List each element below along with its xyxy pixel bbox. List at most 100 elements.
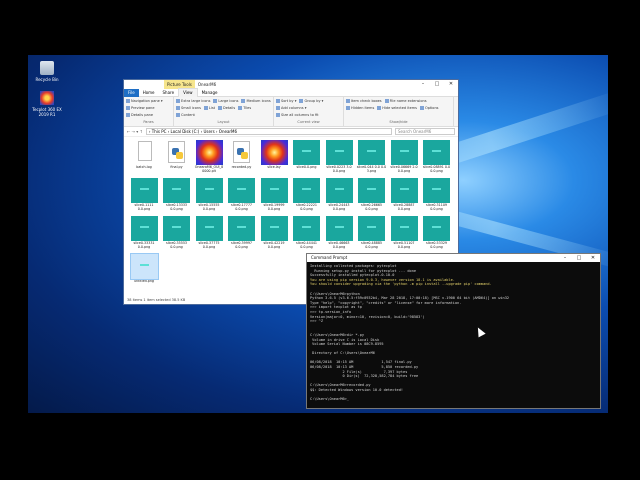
tab-share[interactable]: Share [159, 89, 179, 97]
maximize-button[interactable]: □ [572, 254, 586, 262]
ribbon-item[interactable]: List [203, 106, 216, 110]
tecplot-icon [40, 91, 54, 105]
file-item[interactable]: slice0.044 0.0 0.0 3.png [356, 140, 388, 174]
ribbon-item-label: File name extensions [389, 99, 427, 103]
ribbon-item-label: Hidden items [351, 106, 375, 110]
maximize-button[interactable]: □ [430, 80, 444, 89]
file-item[interactable]: slice0.22221 0.0.png [291, 178, 323, 212]
file-item[interactable]: slice0.08891 0.0 0.0.png [421, 140, 453, 174]
file-item[interactable]: final.py [161, 140, 193, 170]
ribbon-item[interactable]: Content [176, 113, 195, 117]
ribbon-item[interactable]: Group by ▾ [299, 99, 323, 103]
file-item[interactable]: slice0.0223 3.0 0.0.png [323, 140, 355, 174]
tab-home[interactable]: Home [139, 89, 159, 97]
image-thumbnail-icon [163, 216, 190, 241]
ribbon-item[interactable]: Options [419, 106, 439, 110]
file-item[interactable]: slice0.13333 0.0.png [161, 178, 193, 212]
file-item[interactable]: slice0.19999 0.0.png [258, 178, 290, 212]
ribbon-item-label: Details [223, 106, 236, 110]
image-thumbnail-icon [130, 216, 158, 241]
file-name: slice0.24443 0.0.png [328, 203, 350, 211]
image-thumbnail-icon [390, 140, 418, 165]
ribbon-item-icon [299, 99, 304, 103]
tab-file[interactable]: File [124, 88, 139, 97]
ribbon-item[interactable]: Sort by ▾ [276, 99, 296, 103]
file-item[interactable]: slice0.42219 0.0.png [258, 216, 290, 250]
file-item[interactable]: slice0.37775 0.0.png [193, 216, 225, 250]
file-item[interactable]: slice0.06669 2.0 0.0.png [388, 140, 420, 174]
file-name: slice0.1111 0.0.png [134, 203, 154, 211]
file-item[interactable]: recorded.py [226, 140, 258, 170]
ribbon-item-icon [126, 106, 130, 110]
file-item[interactable]: slice0.46663 0.0.png [323, 216, 355, 250]
cmd-output[interactable]: Installing collected packages: pytecplot… [307, 262, 600, 409]
image-thumbnail-icon [423, 178, 450, 203]
image-thumbnail-icon [293, 178, 320, 203]
ribbon-item[interactable]: Tiles [238, 106, 251, 110]
recycle-bin-icon [40, 61, 54, 75]
ribbon-item-icon [176, 99, 180, 103]
ribbon-item-label: Tiles [243, 106, 252, 110]
ribbon-item-icon [276, 99, 280, 103]
image-thumbnail-icon [195, 216, 223, 241]
file-item[interactable]: slice0.15555 0.0.png [193, 178, 225, 212]
file-name: slice0.35553 0.0.png [165, 241, 188, 249]
close-button[interactable]: ✕ [586, 254, 600, 262]
ribbon-item[interactable]: Size all columns to fit [276, 113, 319, 117]
close-button[interactable]: ✕ [444, 80, 458, 89]
file-item[interactable]: slice0.39997 0.0.png [226, 216, 258, 250]
ribbon-group-label: Layout [217, 120, 230, 124]
cmd-line: C:\Users\OnearM6>_ [310, 397, 349, 402]
file-item[interactable]: OnearaM6_OUI_8 0000.plt [193, 140, 225, 174]
ribbon-item[interactable]: Extra large icons [176, 99, 210, 103]
file-item[interactable]: untitled.png [128, 253, 160, 284]
ribbon-item[interactable]: Hide selected items [377, 106, 417, 110]
file-item[interactable]: slice0.28887 0.0.png [388, 178, 420, 212]
file-item[interactable]: slice0.44441 0.0.png [291, 216, 323, 250]
ribbon-item[interactable]: Medium icons [241, 99, 271, 103]
tab-manage[interactable]: Manage [198, 89, 222, 97]
minimize-button[interactable]: – [558, 254, 572, 262]
file-item[interactable]: slice0.53329 0.0.png [421, 216, 453, 250]
ribbon-item-label: List [208, 106, 216, 110]
desktop-icon-tecplot[interactable]: Tecplot 360 EX 2019 R1 [32, 91, 62, 117]
ribbon-item[interactable]: File name extensions [384, 99, 427, 103]
ribbon-item-label: Details pane [131, 113, 153, 117]
ribbon-item[interactable]: Hidden items [346, 106, 374, 110]
file-item[interactable]: batch.log [128, 140, 160, 170]
ribbon-group-label: Current view [297, 120, 320, 124]
address-bar[interactable]: › This PC › Local Disk (C:) › Users › On… [145, 128, 392, 135]
ribbon-item-icon [241, 99, 246, 103]
ribbon-item[interactable]: Details pane [126, 113, 153, 117]
ribbon-item[interactable]: Preview pane [126, 106, 154, 110]
file-name: slice0.0223 3.0 0.0.png [326, 165, 352, 173]
file-item[interactable]: slice0.17777 0.0.png [226, 178, 258, 212]
minimize-button[interactable]: – [416, 80, 430, 89]
ribbon-item[interactable]: Details [218, 106, 235, 110]
file-item[interactable]: slice0.31109 0.0.png [421, 178, 453, 212]
file-item[interactable]: slice0.48885 0.0.png [356, 216, 388, 250]
file-item[interactable]: slice0.26665 0.0.png [356, 178, 388, 212]
ribbon-item[interactable]: Large icons [213, 99, 238, 103]
file-item[interactable]: slice0.1111 0.0.png [128, 178, 160, 212]
navigation-buttons[interactable]: ← → ▾ ↑ [127, 129, 143, 134]
file-item[interactable]: slice0.24443 0.0.png [323, 178, 355, 212]
ribbon-item[interactable]: Item check boxes [346, 99, 382, 103]
search-input[interactable]: Search OnearM6 [395, 128, 455, 135]
file-item[interactable]: slice0.33331 0.0.png [128, 216, 160, 250]
ribbon-item[interactable]: Navigation pane ▾ [126, 99, 163, 103]
ribbon-item[interactable]: Small icons [176, 106, 201, 110]
desktop-icon-recycle-bin[interactable]: Recycle Bin [32, 61, 62, 82]
ribbon-item-icon [238, 106, 243, 110]
file-item[interactable]: slice0.0.png [291, 140, 323, 170]
file-item[interactable]: slice0.35553 0.0.png [161, 216, 193, 250]
ribbon-item[interactable]: Add columns ▾ [276, 106, 306, 110]
file-item[interactable]: slice.lay [258, 140, 290, 170]
tab-view[interactable]: View [178, 88, 198, 97]
ribbon-item-label: Size all columns to fit [281, 113, 319, 117]
image-thumbnail-icon [358, 140, 385, 165]
desktop-icon-label: Tecplot 360 EX 2019 R1 [32, 107, 62, 117]
file-name: untitled.png [133, 279, 155, 283]
file-item[interactable]: slice0.51107 0.0.png [388, 216, 420, 250]
image-thumbnail-icon [130, 178, 158, 203]
